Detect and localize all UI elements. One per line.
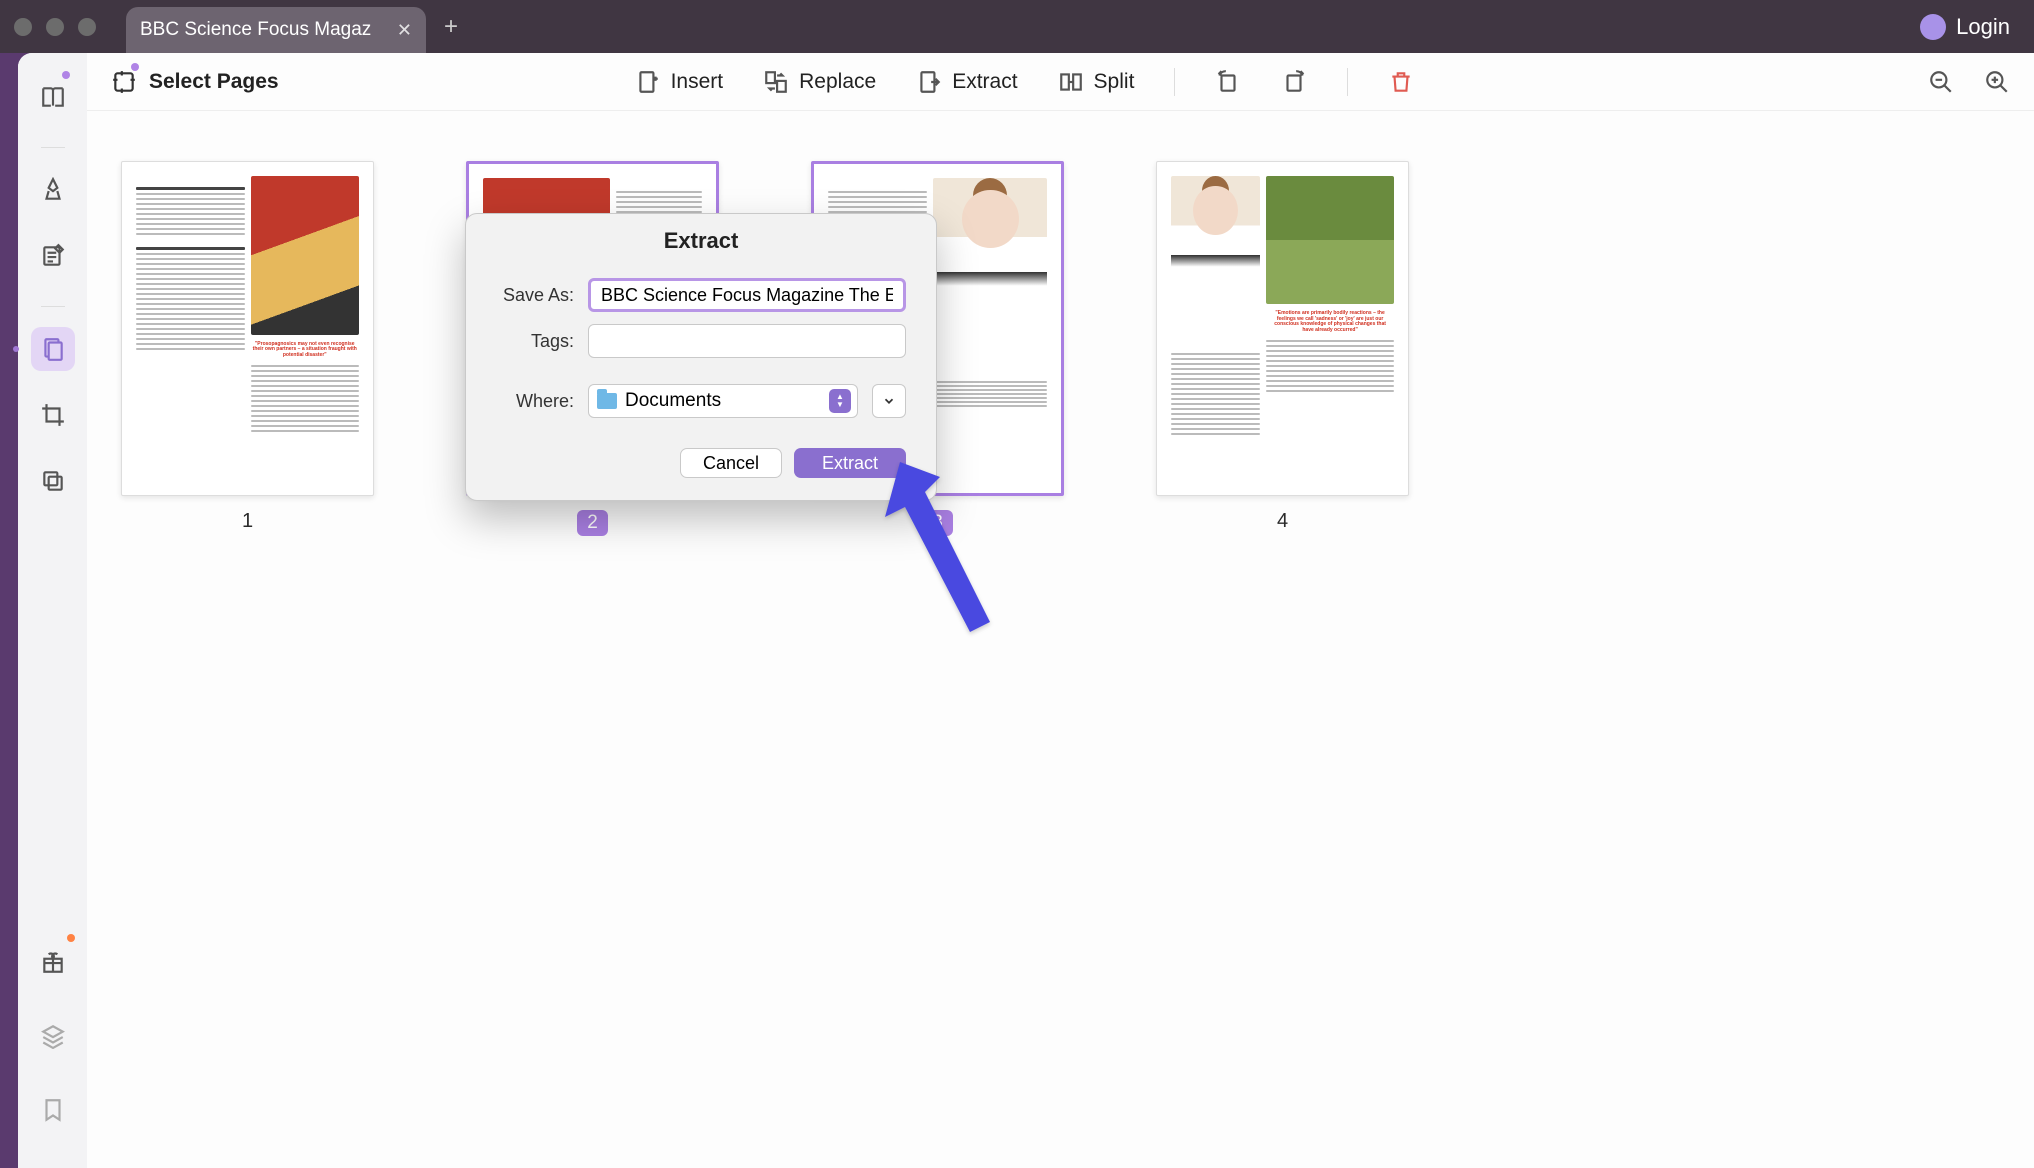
sidebar-highlight[interactable] xyxy=(31,168,75,212)
page-quote: "Emotions are primarily bodily reactions… xyxy=(1266,307,1394,337)
main-content: Select Pages Insert Replace Extract Sp xyxy=(87,53,2034,1168)
sidebar xyxy=(18,53,87,1168)
layers-icon xyxy=(40,468,66,494)
select-pages-button[interactable]: Select Pages xyxy=(111,69,279,95)
active-indicator-icon xyxy=(13,346,19,352)
where-label: Where: xyxy=(496,391,574,412)
toolbar-divider xyxy=(1347,68,1348,96)
toolbar-divider xyxy=(1174,68,1175,96)
extract-button[interactable]: Extract xyxy=(916,69,1017,95)
titlebar: BBC Science Focus Magaz ✕ + Login xyxy=(0,0,2034,53)
insert-button[interactable]: Insert xyxy=(635,69,724,95)
toolbar-actions: Insert Replace Extract Split xyxy=(635,68,1415,96)
rotate-left-icon xyxy=(1215,69,1241,95)
rotate-right-icon xyxy=(1281,69,1307,95)
page-number: 1 xyxy=(242,510,253,533)
sidebar-watermark[interactable] xyxy=(31,459,75,503)
sidebar-crop[interactable] xyxy=(31,393,75,437)
main-window: Select Pages Insert Replace Extract Sp xyxy=(18,53,2034,1168)
rotate-left-button[interactable] xyxy=(1215,69,1241,95)
page-quote: "Prosopagnosics may not even recognise t… xyxy=(251,338,360,363)
sidebar-gift[interactable] xyxy=(31,940,75,984)
tab-close-icon[interactable]: ✕ xyxy=(397,20,412,41)
titlebar-right: Login xyxy=(1920,14,2020,40)
folder-icon xyxy=(597,393,617,409)
tags-input[interactable] xyxy=(588,324,906,358)
page-photo xyxy=(1171,176,1260,341)
page-number: 4 xyxy=(1277,510,1288,533)
sidebar-separator xyxy=(41,147,65,148)
zoom-out-button[interactable] xyxy=(1928,69,1954,95)
select-pages-label: Select Pages xyxy=(149,70,279,94)
trash-icon xyxy=(1388,69,1414,95)
delete-button[interactable] xyxy=(1388,69,1414,95)
where-select[interactable]: Documents ▲▼ xyxy=(588,384,858,418)
page-number-selected: 2 xyxy=(577,510,608,536)
cancel-button[interactable]: Cancel xyxy=(680,448,782,478)
rotate-right-button[interactable] xyxy=(1281,69,1307,95)
select-icon xyxy=(111,69,137,95)
page-photo xyxy=(933,178,1047,374)
minimize-window-button[interactable] xyxy=(46,18,64,36)
new-tab-button[interactable]: + xyxy=(444,13,458,41)
page-thumbnail-wrap: "Emotions are primarily bodily reactions… xyxy=(1156,161,1409,533)
sidebar-thumbnails[interactable] xyxy=(31,75,75,119)
select-stepper-icon: ▲▼ xyxy=(829,389,851,413)
page-thumbnail-wrap: "Prosopagnosics may not even recognise t… xyxy=(121,161,374,533)
notification-dot-icon xyxy=(67,934,75,942)
insert-icon xyxy=(635,69,661,95)
chevron-down-icon xyxy=(882,394,896,408)
save-as-input[interactable] xyxy=(588,278,906,312)
login-button[interactable]: Login xyxy=(1956,14,2010,40)
close-window-button[interactable] xyxy=(14,18,32,36)
page-manage-icon xyxy=(40,336,66,362)
tab-title: BBC Science Focus Magaz xyxy=(140,19,385,41)
replace-label: Replace xyxy=(799,70,876,94)
document-tab[interactable]: BBC Science Focus Magaz ✕ xyxy=(126,7,426,53)
notification-dot-icon xyxy=(131,63,139,71)
extract-dialog: Extract Save As: Tags: Where: Documents … xyxy=(465,213,937,501)
extract-label: Extract xyxy=(952,70,1017,94)
sidebar-pages[interactable] xyxy=(31,327,75,371)
zoom-in-button[interactable] xyxy=(1984,69,2010,95)
dialog-title: Extract xyxy=(466,214,936,272)
maximize-window-button[interactable] xyxy=(78,18,96,36)
user-avatar-icon[interactable] xyxy=(1920,14,1946,40)
page-thumbnail[interactable]: "Emotions are primarily bodily reactions… xyxy=(1156,161,1409,496)
edit-note-icon xyxy=(40,243,66,269)
where-value: Documents xyxy=(625,390,721,412)
page-thumbnail[interactable]: "Prosopagnosics may not even recognise t… xyxy=(121,161,374,496)
sidebar-separator xyxy=(41,306,65,307)
stack-icon xyxy=(40,1023,66,1049)
zoom-out-icon xyxy=(1928,69,1954,95)
extract-icon xyxy=(916,69,942,95)
save-as-label: Save As: xyxy=(496,285,574,306)
expand-location-button[interactable] xyxy=(872,384,906,418)
tags-label: Tags: xyxy=(496,331,574,352)
sidebar-layers[interactable] xyxy=(31,1014,75,1058)
page-photo xyxy=(251,176,360,335)
split-button[interactable]: Split xyxy=(1058,69,1135,95)
replace-icon xyxy=(763,69,789,95)
page-photo xyxy=(1266,176,1394,304)
split-icon xyxy=(1058,69,1084,95)
book-open-icon xyxy=(40,84,66,110)
crop-icon xyxy=(40,402,66,428)
gift-icon xyxy=(40,949,66,975)
split-label: Split xyxy=(1094,70,1135,94)
notification-dot-icon xyxy=(62,71,70,79)
window-controls xyxy=(14,18,96,36)
page-toolbar: Select Pages Insert Replace Extract Sp xyxy=(87,53,2034,111)
sidebar-bookmark[interactable] xyxy=(31,1088,75,1132)
page-number-selected: 3 xyxy=(922,510,953,536)
extract-confirm-button[interactable]: Extract xyxy=(794,448,906,478)
highlighter-icon xyxy=(40,177,66,203)
thumbnails-grid: "Prosopagnosics may not even recognise t… xyxy=(87,111,2034,1168)
insert-label: Insert xyxy=(671,70,724,94)
sidebar-annotate[interactable] xyxy=(31,234,75,278)
zoom-controls xyxy=(1928,69,2010,95)
replace-button[interactable]: Replace xyxy=(763,69,876,95)
zoom-in-icon xyxy=(1984,69,2010,95)
bookmark-icon xyxy=(40,1097,66,1123)
